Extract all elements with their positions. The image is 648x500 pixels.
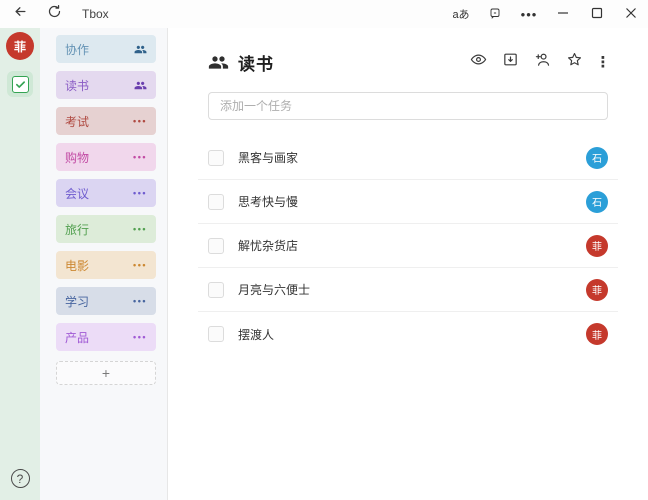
list-members-icon[interactable] [134,43,147,56]
sidebar-list-label: 学习 [65,293,89,310]
sidebar-list-label: 产品 [65,329,89,346]
person-add-icon [534,51,551,73]
sidebar-list-label: 考试 [65,113,89,130]
list-more-icon[interactable]: ••• [133,152,147,162]
task-assignee-avatar[interactable]: 菲 [586,279,608,301]
sidebar-list-item[interactable]: 考试 ••• [56,107,156,135]
sidebar-list-item[interactable]: 电影 ••• [56,251,156,279]
list-more-icon[interactable]: ••• [133,260,147,270]
sidebar-list-item[interactable]: 会议 ••• [56,179,156,207]
task-title: 月亮与六便士 [238,281,310,298]
task-checkbox[interactable] [208,282,224,298]
list-more-button[interactable]: ⋮ [598,54,608,71]
list-more-icon[interactable]: ••• [133,296,147,306]
sidebar-list-item[interactable]: 学习 ••• [56,287,156,315]
sidebar-list-label: 读书 [65,77,89,94]
star-icon [566,51,583,73]
back-arrow-icon [13,4,28,24]
task-list: 黑客与画家 石 思考快与慢 石 解忧杂货店 菲 月亮与六便士 菲 摆渡人 菲 [198,136,618,356]
sidebar-list-item[interactable]: 旅行 ••• [56,215,156,243]
refresh-icon [47,4,62,24]
add-task-input[interactable] [208,92,608,120]
add-list-button[interactable]: + [56,361,156,385]
back-button[interactable] [8,2,32,26]
task-checkbox[interactable] [208,194,224,210]
app-window: Tbox aあ ••• [0,0,648,500]
task-title: 解忧杂货店 [238,237,298,254]
list-actions: ⋮ [470,54,608,71]
task-row[interactable]: 摆渡人 菲 [198,312,618,356]
checkbox-check-icon [12,76,29,93]
sidebar-list-label: 电影 [65,257,89,274]
task-row[interactable]: 月亮与六便士 菲 [198,268,618,312]
sidebar-list-label: 会议 [65,185,89,202]
task-assignee-avatar[interactable]: 菲 [586,235,608,257]
question-mark-icon: ? [17,472,24,486]
list-title: 读书 [238,50,274,75]
sidebar-list-label: 购物 [65,149,89,166]
list-header: 读书 [208,48,608,76]
translate-icon: aあ [452,6,469,22]
web-capture-icon [489,7,501,22]
favorite-button[interactable] [566,54,583,71]
sidebar-list-item[interactable]: 协作 [56,35,156,63]
sidebar-list-item[interactable]: 读书 [56,71,156,99]
task-assignee-avatar[interactable]: 石 [586,147,608,169]
close-icon [625,7,637,22]
titlebar: Tbox aあ ••• [0,0,648,28]
kebab-menu-icon: ⋮ [596,53,611,71]
task-checkbox[interactable] [208,238,224,254]
account-rail: 菲 ? [0,28,40,500]
members-icon [208,52,229,73]
help-button[interactable]: ? [11,469,30,488]
minimize-icon [557,7,569,22]
web-capture-button[interactable] [478,0,512,28]
maximize-button[interactable] [580,0,614,28]
refresh-button[interactable] [42,2,66,26]
list-members-icon[interactable] [134,79,147,92]
list-more-icon[interactable]: ••• [133,188,147,198]
toggle-completed-button[interactable] [470,54,487,71]
list-more-icon[interactable]: ••• [133,224,147,234]
tasks-nav-button[interactable] [7,71,33,97]
ellipsis-icon: ••• [521,7,538,22]
task-checkbox[interactable] [208,150,224,166]
task-row[interactable]: 解忧杂货店 菲 [198,224,618,268]
task-row[interactable]: 黑客与画家 石 [198,136,618,180]
sidebar-list-label: 旅行 [65,221,89,238]
maximize-icon [591,7,603,22]
task-assignee-avatar[interactable]: 菲 [586,323,608,345]
list-more-icon[interactable]: ••• [133,332,147,342]
task-title: 黑客与画家 [238,149,298,166]
translate-button[interactable]: aあ [444,0,478,28]
task-title: 思考快与慢 [238,193,298,210]
list-more-icon[interactable]: ••• [133,116,147,126]
lists-sidebar: 协作 读书 考试 ••• 购物 ••• 会议 ••• 旅行 ••• 电影 •••… [40,28,168,500]
task-title: 摆渡人 [238,326,274,343]
sidebar-list-item[interactable]: 产品 ••• [56,323,156,351]
eye-icon [470,51,487,73]
archive-box-icon [502,51,519,73]
sidebar-list-label: 协作 [65,41,89,58]
task-panel: 读书 [168,28,648,500]
close-button[interactable] [614,0,648,28]
invite-member-button[interactable] [534,54,551,71]
archive-button[interactable] [502,54,519,71]
plus-icon: + [102,365,110,381]
user-avatar[interactable]: 菲 [6,32,34,60]
task-row[interactable]: 思考快与慢 石 [198,180,618,224]
window-title: Tbox [82,7,109,21]
sidebar-list-item[interactable]: 购物 ••• [56,143,156,171]
lists-container: 协作 读书 考试 ••• 购物 ••• 会议 ••• 旅行 ••• 电影 •••… [40,35,167,359]
task-checkbox[interactable] [208,326,224,342]
task-assignee-avatar[interactable]: 石 [586,191,608,213]
browser-more-button[interactable]: ••• [512,0,546,28]
minimize-button[interactable] [546,0,580,28]
